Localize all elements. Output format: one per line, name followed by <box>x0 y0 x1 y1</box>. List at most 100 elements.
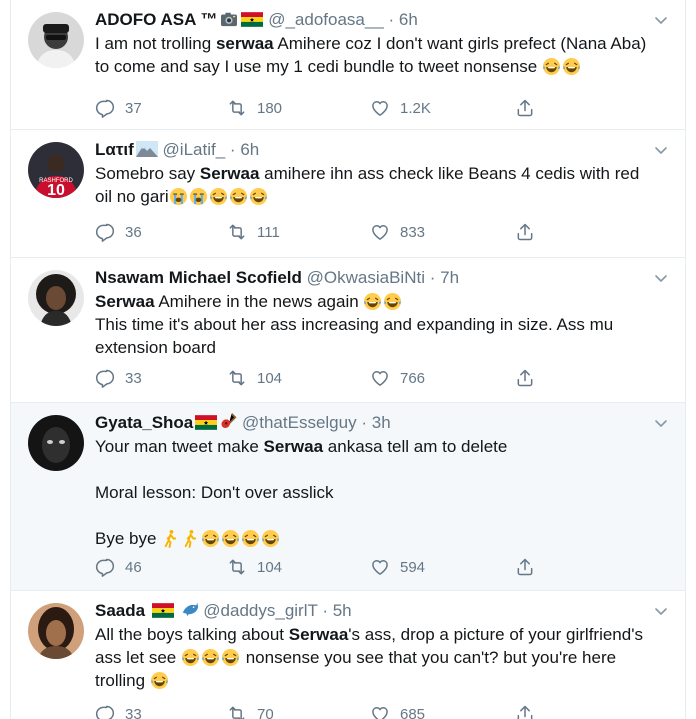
avatar[interactable] <box>28 12 84 68</box>
keyword-highlight: Serwaa <box>288 625 349 644</box>
tweet-text-segment: Bye bye <box>95 529 162 548</box>
tweet-header: Lατιf @iLatif_ · 6h <box>95 138 649 162</box>
laughing-emoji <box>562 57 581 76</box>
caret-down-icon[interactable] <box>653 603 669 619</box>
keyword-highlight: Serwaa <box>95 292 155 311</box>
avatar[interactable] <box>28 415 84 471</box>
retweet-button[interactable]: 111 <box>227 220 280 244</box>
user-handle[interactable]: @_adofoasa__ <box>268 10 384 29</box>
share-button[interactable] <box>515 220 535 244</box>
timestamp[interactable]: 7h <box>440 268 459 287</box>
like-icon <box>370 368 390 388</box>
laughing-emoji <box>542 57 561 76</box>
reply-count: 33 <box>125 705 142 719</box>
guitar-icon <box>219 412 237 430</box>
reply-button[interactable]: 37 <box>95 96 142 120</box>
tweet-text-segment: ankasa tell am to delete <box>323 437 508 456</box>
svg-text:RASHFORD: RASHFORD <box>39 178 73 184</box>
display-name[interactable]: Lατιf <box>95 140 134 159</box>
tweet-text: I am not trolling serwaa Amihere coz I d… <box>95 32 649 78</box>
caret-down-icon[interactable] <box>653 415 669 431</box>
retweet-button[interactable]: 104 <box>227 555 282 579</box>
tweet-text-segment: Amihere in the news again <box>154 292 364 311</box>
laughing-emoji <box>150 671 169 690</box>
reply-icon <box>95 557 115 577</box>
tweet-text-segment: Moral lesson: Don't over asslick <box>95 483 334 502</box>
tweet-feed: ADOFO ASA ™ @_adofoasa__ · 6h I am not t… <box>10 0 686 719</box>
caret-down-icon[interactable] <box>653 12 669 28</box>
share-button[interactable] <box>515 96 535 120</box>
separator-dot: · <box>429 268 436 287</box>
tweet[interactable]: Gyata_Shoa @thatEsselguy · 3h Your man t… <box>11 403 685 591</box>
reply-button[interactable]: 33 <box>95 366 142 390</box>
timestamp[interactable]: 5h <box>333 601 352 620</box>
display-name[interactable]: Nsawam Michael Scofield <box>95 268 302 287</box>
crying-emoji <box>169 187 188 206</box>
retweet-button[interactable]: 104 <box>227 366 282 390</box>
caret-down-icon[interactable] <box>653 270 669 286</box>
retweet-count: 111 <box>257 223 280 241</box>
reply-count: 46 <box>125 558 142 576</box>
timestamp[interactable]: 3h <box>372 413 391 432</box>
user-handle[interactable]: @OkwasiaBiNti <box>307 268 425 287</box>
tweet-text-segment: Your man tweet make <box>95 437 264 456</box>
display-name[interactable]: Gyata_Shoa <box>95 413 193 432</box>
like-button[interactable]: 766 <box>370 366 425 390</box>
reply-icon <box>95 98 115 118</box>
avatar[interactable]: 10 RASHFORD <box>28 142 84 198</box>
like-button[interactable]: 833 <box>370 220 425 244</box>
user-handle[interactable]: @iLatif_ <box>163 140 226 159</box>
avatar[interactable] <box>28 270 84 326</box>
like-button[interactable]: 685 <box>370 702 425 719</box>
retweet-count: 70 <box>257 705 274 719</box>
share-button[interactable] <box>515 555 535 579</box>
tweet-text: All the boys talking about Serwaa's ass,… <box>95 623 649 692</box>
tweet[interactable]: ADOFO ASA ™ @_adofoasa__ · 6h I am not t… <box>11 0 685 130</box>
laughing-emoji <box>241 529 260 548</box>
tweet-text-segment: Somebro say <box>95 164 200 183</box>
reply-button[interactable]: 36 <box>95 220 142 244</box>
laughing-emoji <box>221 529 240 548</box>
user-handle[interactable]: @daddys_girlT <box>203 601 317 620</box>
tweet[interactable]: 10 RASHFORD Lατιf @iLatif_ · 6h Somebro s… <box>11 130 685 258</box>
retweet-button[interactable]: 180 <box>227 96 282 120</box>
tweet-text-segment: All the boys talking about <box>95 625 289 644</box>
reply-button[interactable]: 33 <box>95 702 142 719</box>
tweet-text: Your man tweet make Serwaa ankasa tell a… <box>95 435 649 550</box>
laughing-emoji <box>363 292 382 311</box>
laughing-emoji <box>249 187 268 206</box>
share-button[interactable] <box>515 366 535 390</box>
share-button[interactable] <box>515 702 535 719</box>
like-count: 594 <box>400 558 426 576</box>
timestamp[interactable]: 6h <box>240 140 259 159</box>
avatar[interactable] <box>28 603 84 659</box>
svg-text:10: 10 <box>47 182 65 198</box>
user-handle[interactable]: @thatEsselguy <box>242 413 357 432</box>
like-button[interactable]: 594 <box>370 555 425 579</box>
reply-icon <box>95 222 115 242</box>
timestamp[interactable]: 6h <box>399 10 418 29</box>
share-icon <box>515 368 535 388</box>
retweet-button[interactable]: 70 <box>227 702 274 719</box>
walking-emoji <box>161 529 180 548</box>
like-icon <box>370 704 390 719</box>
laughing-emoji <box>201 529 220 548</box>
tweet[interactable]: Saada @daddys_girlT · 5h All the boys ta… <box>11 591 685 719</box>
ghana-flag-icon <box>195 415 217 430</box>
caret-down-icon[interactable] <box>653 142 669 158</box>
separator-dot: · <box>322 601 328 620</box>
retweet-icon <box>227 368 247 388</box>
separator-dot: · <box>361 413 367 432</box>
like-count: 766 <box>400 369 426 387</box>
retweet-count: 104 <box>257 558 283 576</box>
tweet[interactable]: Nsawam Michael Scofield @OkwasiaBiNti · … <box>11 258 685 403</box>
camera-icon <box>219 11 239 27</box>
laughing-emoji <box>383 292 402 311</box>
reply-icon <box>95 368 115 388</box>
like-button[interactable]: 1.2K <box>370 96 431 120</box>
display-name[interactable]: Saada <box>95 601 145 620</box>
reply-button[interactable]: 46 <box>95 555 142 579</box>
tweet-header: ADOFO ASA ™ @_adofoasa__ · 6h <box>95 8 649 32</box>
retweet-icon <box>227 222 247 242</box>
display-name[interactable]: ADOFO ASA ™ <box>95 10 217 29</box>
